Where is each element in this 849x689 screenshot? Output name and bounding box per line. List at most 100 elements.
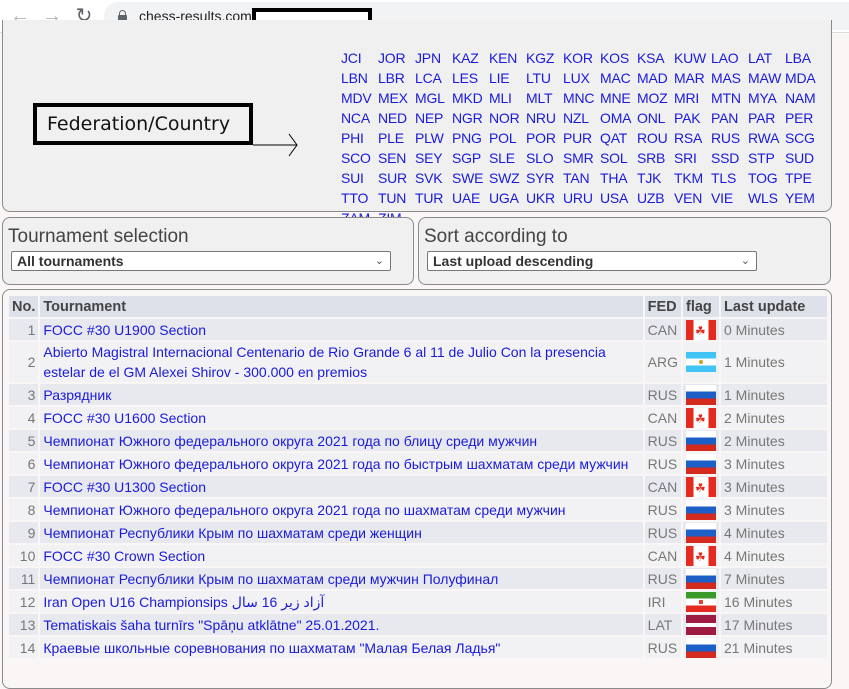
federation-link[interactable]: SMR — [563, 148, 600, 168]
federation-link[interactable]: UKR — [526, 188, 563, 208]
federation-link[interactable]: SRB — [637, 148, 674, 168]
federation-link[interactable]: NOR — [489, 108, 526, 128]
federation-link[interactable]: MEX — [378, 88, 415, 108]
federation-link[interactable]: KOR — [563, 48, 600, 68]
federation-link[interactable]: SYR — [526, 168, 563, 188]
federation-link[interactable]: POL — [489, 128, 526, 148]
federation-link[interactable]: SLO — [526, 148, 563, 168]
federation-link[interactable]: KEN — [489, 48, 526, 68]
federation-link[interactable]: JCI — [341, 48, 378, 68]
federation-link[interactable]: NAM — [785, 88, 822, 108]
federation-link[interactable]: WLS — [748, 188, 785, 208]
federation-link[interactable]: SGP — [452, 148, 489, 168]
federation-link[interactable]: KOS — [600, 48, 637, 68]
federation-link[interactable]: LES — [452, 68, 489, 88]
federation-link[interactable]: SUI — [341, 168, 378, 188]
federation-link[interactable]: KUW — [674, 48, 711, 68]
federation-link[interactable]: NED — [378, 108, 415, 128]
federation-link[interactable]: TJK — [637, 168, 674, 188]
federation-link[interactable]: KGZ — [526, 48, 563, 68]
federation-link[interactable]: SUD — [785, 148, 822, 168]
federation-link[interactable]: LCA — [415, 68, 452, 88]
federation-link[interactable]: KAZ — [452, 48, 489, 68]
federation-link[interactable]: VIE — [711, 188, 748, 208]
federation-link[interactable]: YEM — [785, 188, 822, 208]
federation-link[interactable]: TOG — [748, 168, 785, 188]
federation-link[interactable]: NGR — [452, 108, 489, 128]
tournament-link[interactable]: Чемпионат Южного федерального округа 202… — [43, 433, 537, 449]
tournament-link[interactable]: FOCC #30 Crown Section — [43, 548, 205, 564]
tournament-link[interactable]: Чемпионат Республики Крым по шахматам ср… — [43, 571, 498, 587]
federation-link[interactable]: LIE — [489, 68, 526, 88]
tournament-link[interactable]: Чемпионат Южного федерального округа 202… — [43, 456, 628, 472]
federation-link[interactable]: LBA — [785, 48, 822, 68]
federation-link[interactable]: SCO — [341, 148, 378, 168]
tournament-link[interactable]: Tematiskais šaha turnīrs "Spāņu atklātne… — [43, 617, 379, 633]
federation-link[interactable]: LAO — [711, 48, 748, 68]
federation-link[interactable]: RUS — [711, 128, 748, 148]
tournament-link[interactable]: Abierto Magistral Internacional Centenar… — [43, 344, 605, 380]
federation-link[interactable]: PLW — [415, 128, 452, 148]
federation-link[interactable]: PLE — [378, 128, 415, 148]
federation-link[interactable]: MAR — [674, 68, 711, 88]
federation-link[interactable]: UAE — [452, 188, 489, 208]
federation-link[interactable]: PNG — [452, 128, 489, 148]
federation-link[interactable]: JOR — [378, 48, 415, 68]
federation-link[interactable]: POR — [526, 128, 563, 148]
federation-link[interactable]: UZB — [637, 188, 674, 208]
federation-link[interactable]: SEN — [378, 148, 415, 168]
federation-link[interactable]: URU — [563, 188, 600, 208]
tournament-link[interactable]: Краевые школьные соревнования по шахмата… — [43, 640, 500, 656]
federation-link[interactable]: SSD — [711, 148, 748, 168]
federation-link[interactable]: MAC — [600, 68, 637, 88]
tournament-selection-dropdown[interactable]: All tournaments ⌄ — [11, 251, 391, 271]
federation-link[interactable]: SWZ — [489, 168, 526, 188]
federation-link[interactable]: SRI — [674, 148, 711, 168]
tournament-link[interactable]: FOCC #30 U1600 Section — [43, 410, 206, 426]
federation-link[interactable]: QAT — [600, 128, 637, 148]
federation-link[interactable]: PAR — [748, 108, 785, 128]
tournament-link[interactable]: FOCC #30 U1300 Section — [43, 479, 206, 495]
federation-link[interactable]: MLT — [526, 88, 563, 108]
federation-link[interactable]: VEN — [674, 188, 711, 208]
federation-link[interactable]: ROU — [637, 128, 674, 148]
federation-link[interactable]: TPE — [785, 168, 822, 188]
sort-dropdown[interactable]: Last upload descending ⌄ — [427, 251, 757, 271]
federation-link[interactable]: SCG — [785, 128, 822, 148]
federation-link[interactable]: NRU — [526, 108, 563, 128]
federation-link[interactable]: MDA — [785, 68, 822, 88]
federation-link[interactable]: TAN — [563, 168, 600, 188]
federation-link[interactable]: SVK — [415, 168, 452, 188]
federation-link[interactable]: MAW — [748, 68, 785, 88]
federation-link[interactable]: PAK — [674, 108, 711, 128]
federation-link[interactable]: MAD — [637, 68, 674, 88]
tournament-link[interactable]: FOCC #30 U1900 Section — [43, 322, 206, 338]
federation-link[interactable]: LBR — [378, 68, 415, 88]
federation-link[interactable]: STP — [748, 148, 785, 168]
federation-link[interactable]: RSA — [674, 128, 711, 148]
federation-link[interactable]: MNE — [600, 88, 637, 108]
federation-link[interactable]: JPN — [415, 48, 452, 68]
federation-link[interactable]: PUR — [563, 128, 600, 148]
federation-link[interactable]: OMA — [600, 108, 637, 128]
federation-link[interactable]: TKM — [674, 168, 711, 188]
federation-link[interactable]: MGL — [415, 88, 452, 108]
federation-link[interactable]: SOL — [600, 148, 637, 168]
federation-link[interactable]: MTN — [711, 88, 748, 108]
federation-link[interactable]: TLS — [711, 168, 748, 188]
federation-link[interactable]: SLE — [489, 148, 526, 168]
federation-link[interactable]: MLI — [489, 88, 526, 108]
federation-link[interactable]: KSA — [637, 48, 674, 68]
federation-link[interactable]: SEY — [415, 148, 452, 168]
federation-link[interactable]: MNC — [563, 88, 600, 108]
federation-link[interactable]: LUX — [563, 68, 600, 88]
tournament-link[interactable]: Чемпионат Южного федерального округа 202… — [43, 502, 565, 518]
federation-link[interactable]: LAT — [748, 48, 785, 68]
federation-link[interactable]: SUR — [378, 168, 415, 188]
federation-link[interactable]: ONL — [637, 108, 674, 128]
federation-link[interactable]: MYA — [748, 88, 785, 108]
federation-link[interactable]: PHI — [341, 128, 378, 148]
federation-link[interactable]: NCA — [341, 108, 378, 128]
federation-link[interactable]: MAS — [711, 68, 748, 88]
federation-link[interactable]: TUR — [415, 188, 452, 208]
